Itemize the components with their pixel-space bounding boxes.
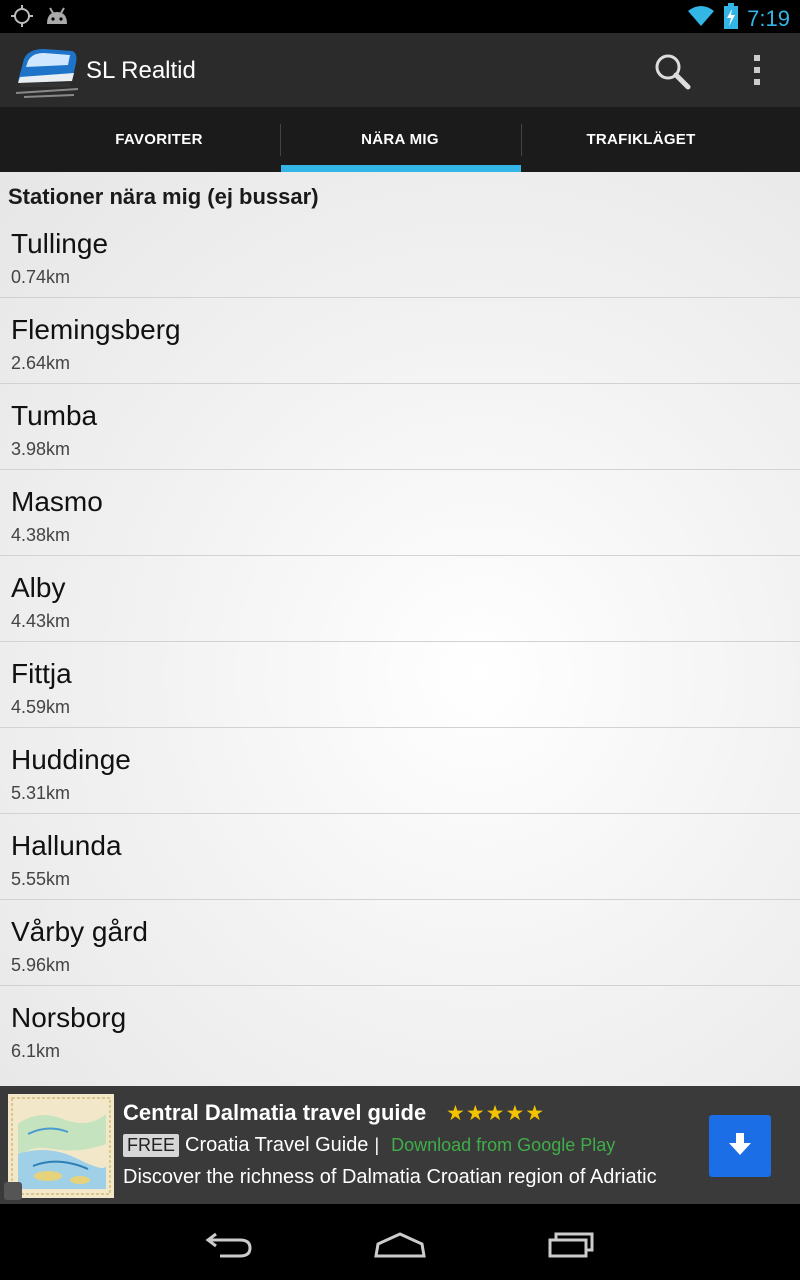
ad-description: Discover the richness of Dalmatia Croati… [123,1166,657,1188]
station-distance: 0.74km [11,267,71,287]
home-icon[interactable] [370,1222,430,1262]
station-name: Alby [11,572,66,603]
station-name: Masmo [11,486,103,517]
station-row[interactable]: Alby 4.43km [0,556,800,642]
station-row[interactable]: Tullinge 0.74km [0,212,800,298]
station-row[interactable]: Hallunda 5.55km [0,814,800,900]
status-clock: 7:19 [747,5,790,31]
station-row[interactable]: Fittja 4.59km [0,642,800,728]
station-distance: 6.1km [11,1041,61,1061]
app-logo-train-icon[interactable] [14,41,80,99]
selected-tab-indicator [281,165,521,172]
download-arrow-icon [727,1131,753,1162]
station-row[interactable]: Huddinge 5.31km [0,728,800,814]
back-icon[interactable] [200,1222,260,1262]
station-name: Vårby gård [11,916,148,947]
ad-subtitle: Croatia Travel Guide [185,1134,369,1156]
section-title: Stationer nära mig (ej bussar) [8,184,319,209]
station-distance: 4.59km [11,697,71,717]
overflow-menu-icon[interactable] [740,49,774,91]
ad-download-button[interactable] [709,1115,771,1177]
station-name: Huddinge [11,744,131,775]
station-name: Norsborg [11,1002,127,1033]
station-name: Tumba [11,400,98,431]
ad-map-thumbnail[interactable] [8,1094,114,1198]
tab-trafiklaget[interactable]: TRAFIKLÄGET [508,107,774,172]
station-name: Flemingsberg [11,314,181,345]
ad-info-icon[interactable] [4,1182,22,1200]
status-bar: 7:19 [0,0,800,33]
android-icon [44,4,70,33]
nearby-stations-panel: Stationer nära mig (ej bussar) Tullinge … [0,172,800,1086]
gps-icon [10,4,34,33]
ad-rating-stars: ★★★★★ [446,1102,546,1125]
station-name: Hallunda [11,830,122,861]
station-row[interactable]: Masmo 4.38km [0,470,800,556]
station-distance: 5.96km [11,955,71,975]
action-bar: SL Realtid [0,33,800,107]
station-distance: 2.64km [11,353,71,373]
station-distance: 4.38km [11,525,71,545]
search-icon[interactable] [652,51,692,91]
station-row[interactable]: Tumba 3.98km [0,384,800,470]
station-distance: 5.55km [11,869,71,889]
station-name: Fittja [11,658,72,689]
station-row[interactable]: Flemingsberg 2.64km [0,298,800,384]
ad-banner[interactable]: Central Dalmatia travel guide ★★★★★ FREE… [0,1086,800,1204]
ad-free-badge: FREE [123,1134,180,1157]
ad-google-play-link[interactable]: Download from Google Play [391,1135,615,1156]
navigation-bar [0,1204,800,1280]
tab-nara-mig[interactable]: NÄRA MIG [267,107,533,172]
tab-favoriter[interactable]: FAVORITER [26,107,292,172]
recents-icon[interactable] [542,1222,602,1262]
battery-charging-icon [723,3,739,34]
station-row[interactable]: Vårby gård 5.96km [0,900,800,986]
tab-bar: FAVORITER NÄRA MIG TRAFIKLÄGET [0,107,800,172]
ad-separator: | [374,1135,380,1155]
station-distance: 4.43km [11,611,71,631]
station-list: Tullinge 0.74km Flemingsberg 2.64km Tumb… [0,212,800,1071]
station-row[interactable]: Norsborg 6.1km [0,986,800,1071]
station-distance: 5.31km [11,783,71,803]
app-title: SL Realtid [86,57,196,84]
station-distance: 3.98km [11,439,71,459]
station-name: Tullinge [11,228,109,259]
ad-title[interactable]: Central Dalmatia travel guide [123,1100,426,1126]
wifi-icon [687,4,715,33]
